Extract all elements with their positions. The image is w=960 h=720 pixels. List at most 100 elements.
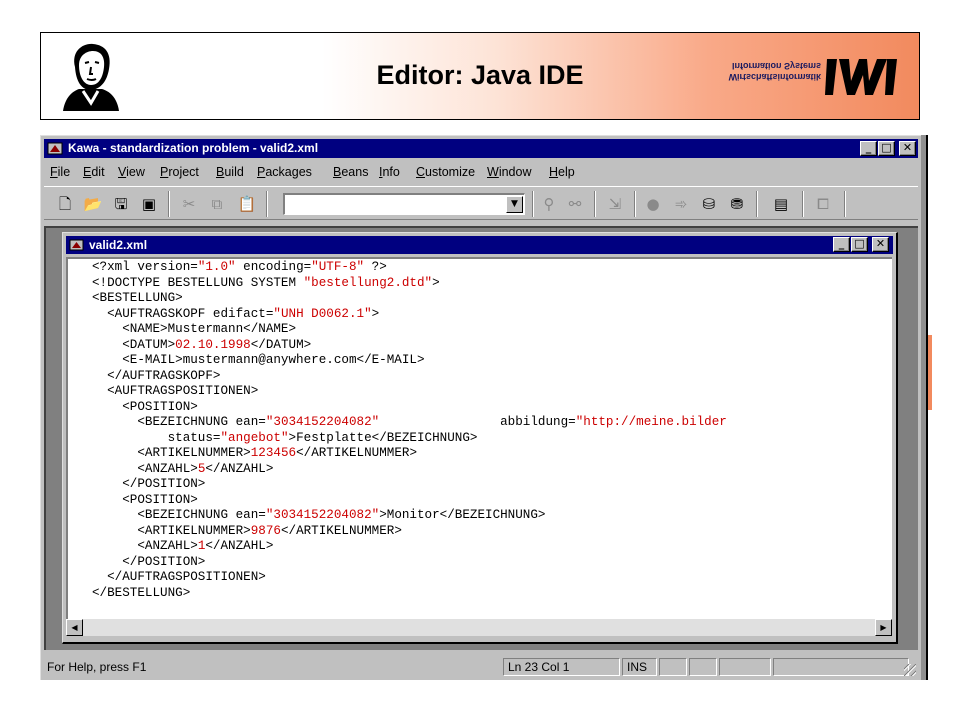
doc-minimize-button[interactable]: _	[833, 237, 850, 252]
code-token: </ANZAHL>	[205, 461, 274, 476]
toolbar-separator	[634, 191, 636, 217]
minimize-button[interactable]: _	[860, 141, 877, 156]
compile-icon[interactable]: ⛁	[698, 193, 720, 215]
open-folder-icon[interactable]: 📂	[82, 193, 104, 215]
code-line: <AUFTRAGSPOSITIONEN>	[92, 384, 727, 400]
code-token: <BEZEICHNUNG ean=	[92, 508, 266, 522]
iwi-mark-icon	[825, 59, 897, 95]
code-line: <DATUM>02.10.1998</DATUM>	[92, 338, 727, 354]
code-string: "UNH D0062.1"	[273, 306, 372, 321]
code-token: </ARTIKELNUMMER>	[296, 446, 417, 460]
run-icon[interactable]: ▤	[770, 193, 792, 215]
copy-icon[interactable]: ⧉	[206, 193, 228, 215]
menu-window[interactable]: Window	[487, 165, 531, 179]
maximize-icon: □	[881, 141, 892, 154]
code-line: </AUFTRAGSKOPF>	[92, 369, 727, 385]
step-icon[interactable]: ➾	[670, 193, 692, 215]
code-token: ?>	[364, 260, 387, 274]
toolbar-separator	[594, 191, 596, 217]
menu-customize[interactable]: Customize	[416, 165, 475, 179]
replace-icon[interactable]: ⚯	[564, 193, 586, 215]
menu-bar: File Edit View Project Build Packages Be…	[44, 162, 918, 182]
menu-view[interactable]: View	[118, 165, 145, 179]
wirtschaftsinformatik-logo: Wirtschaftsinformatik Information System…	[721, 57, 901, 99]
combo-dropdown-button[interactable]: ▼	[506, 196, 523, 213]
window-icon[interactable]: ⧠	[812, 193, 834, 215]
status-panel-empty	[659, 658, 687, 676]
code-token: </POSITION>	[92, 477, 206, 491]
toolbar-separator	[844, 191, 846, 217]
save-all-icon[interactable]: ▣	[138, 193, 160, 215]
code-line: <POSITION>	[92, 493, 727, 509]
menu-beans[interactable]: Beans	[333, 165, 368, 179]
menu-edit[interactable]: Edit	[83, 165, 105, 179]
code-token: </AUFTRAGSPOSITIONEN>	[92, 570, 266, 584]
minimize-icon: _	[865, 141, 872, 154]
close-button[interactable]: ✕	[899, 141, 916, 156]
background-slide-edge	[928, 335, 932, 410]
document-icon	[69, 239, 84, 251]
code-token: <!DOCTYPE BESTELLUNG SYSTEM	[92, 275, 304, 290]
menu-info[interactable]: Info	[379, 165, 400, 179]
arrow-right-icon: ▶	[880, 623, 887, 632]
document-title-bar[interactable]: valid2.xml _ □ ✕	[66, 236, 893, 254]
app-title-bar[interactable]: Kawa - standardization problem - valid2.…	[44, 139, 918, 158]
code-token: <POSITION>	[92, 399, 198, 414]
code-token: >Festplatte</BEZEICHNUNG>	[288, 430, 478, 445]
code-token: >Monitor</BEZEICHNUNG>	[379, 508, 546, 522]
code-token: </AUFTRAGSKOPF>	[92, 368, 221, 383]
status-bar: For Help, press F1 Ln 23 Col 1 INS	[44, 656, 918, 678]
code-token: </POSITION>	[92, 554, 206, 569]
code-token: status=	[92, 430, 221, 445]
save-icon[interactable]: 🖫	[110, 193, 132, 215]
status-panel-empty	[773, 658, 909, 676]
code-token: <ANZAHL>	[92, 539, 198, 553]
code-line: </POSITION>	[92, 555, 727, 571]
doc-maximize-button[interactable]: □	[851, 237, 868, 252]
code-token: <ARTIKELNUMMER>	[92, 446, 251, 460]
status-insert-mode: INS	[622, 658, 657, 676]
maximize-button[interactable]: □	[878, 141, 895, 156]
code-line: <ARTIKELNUMMER>9876</ARTIKELNUMMER>	[92, 524, 727, 540]
goto-icon[interactable]: ⇲	[604, 193, 626, 215]
menu-help[interactable]: Help	[549, 165, 575, 179]
find-icon[interactable]: ⚲	[538, 193, 560, 215]
code-token: </ANZAHL>	[205, 539, 274, 553]
code-token: <?xml version=	[92, 260, 198, 274]
code-token: <BEZEICHNUNG ean=	[92, 415, 266, 429]
code-token: encoding=	[235, 260, 312, 274]
scroll-right-button[interactable]: ▶	[875, 619, 892, 636]
toolbar-combo-box[interactable]: ▼	[283, 193, 525, 215]
menu-packages[interactable]: Packages	[257, 165, 312, 179]
resize-grip-icon[interactable]	[904, 664, 916, 676]
code-line: <BEZEICHNUNG ean="3034152204082" abbildu…	[92, 415, 727, 431]
code-line: <AUFTRAGSKOPF edifact="UNH D0062.1">	[92, 307, 727, 323]
paste-icon[interactable]: 📋	[236, 193, 258, 215]
code-token: <ARTIKELNUMMER>	[92, 523, 251, 538]
code-line: </POSITION>	[92, 477, 727, 493]
logo-text: Wirtschaftsinformatik Information System…	[721, 60, 821, 82]
code-token: <AUFTRAGSKOPF edifact=	[92, 306, 274, 321]
code-token: <NAME>Mustermann</NAME>	[92, 322, 297, 336]
menu-build[interactable]: Build	[216, 165, 244, 179]
menu-file[interactable]: File	[50, 165, 70, 179]
maximize-icon: □	[854, 237, 865, 250]
breakpoint-icon[interactable]: ●	[642, 193, 664, 215]
cut-icon[interactable]: ✂	[178, 193, 200, 215]
chevron-down-icon: ▼	[511, 199, 518, 209]
logo-text-line-2: Information Systems	[731, 61, 821, 71]
code-string: "bestellung2.dtd"	[303, 275, 433, 290]
doc-close-button[interactable]: ✕	[872, 237, 889, 252]
document-title: valid2.xml	[89, 238, 148, 252]
build-icon[interactable]: ⛃	[726, 193, 748, 215]
code-token: <POSITION>	[92, 492, 198, 507]
code-editor[interactable]: <?xml version="1.0" encoding="UTF-8" ?> <…	[66, 257, 892, 619]
code-line: <?xml version="1.0" encoding="UTF-8" ?>	[92, 260, 727, 276]
code-string: "3034152204082"	[265, 415, 380, 429]
new-file-icon[interactable]: 🗋	[54, 193, 76, 215]
menu-project[interactable]: Project	[160, 165, 199, 179]
scroll-left-button[interactable]: ◀	[66, 619, 83, 636]
horizontal-scrollbar[interactable]: ◀ ▶	[66, 619, 892, 636]
code-line: </BESTELLUNG>	[92, 586, 727, 602]
code-string: 123456	[250, 446, 297, 460]
